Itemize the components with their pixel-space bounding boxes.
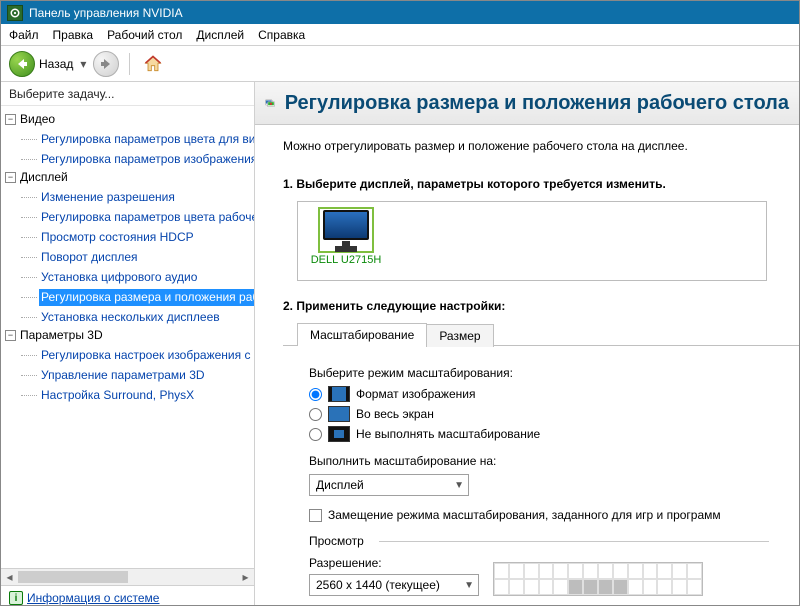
toolbar-separator bbox=[129, 53, 130, 75]
toolbar: Назад ▾ bbox=[1, 46, 799, 82]
task-tree[interactable]: −Видео Регулировка параметров цвета для … bbox=[1, 106, 254, 568]
page-header: Регулировка размера и положения рабочего… bbox=[255, 82, 799, 125]
scroll-right-icon[interactable]: ▸ bbox=[237, 569, 254, 585]
tree-item-adjust-size-position[interactable]: Регулировка размера и положения рабоч bbox=[39, 289, 254, 306]
fullscreen-icon bbox=[328, 406, 350, 422]
radio-fullscreen[interactable] bbox=[309, 408, 322, 421]
tree-item-video-color[interactable]: Регулировка параметров цвета для вид bbox=[39, 131, 254, 148]
preview-pattern bbox=[493, 562, 703, 596]
chevron-down-icon: ▼ bbox=[464, 580, 474, 591]
monitor-icon bbox=[319, 208, 373, 252]
forward-button[interactable] bbox=[93, 51, 119, 77]
resolution-value: 2560 x 1440 (текущее) bbox=[316, 578, 440, 592]
menu-file[interactable]: Файл bbox=[9, 28, 39, 42]
menubar: Файл Правка Рабочий стол Дисплей Справка bbox=[1, 24, 799, 46]
resolution-select[interactable]: 2560 x 1440 (текущее) ▼ bbox=[309, 574, 479, 596]
nvidia-app-icon bbox=[7, 5, 23, 21]
resolution-label: Разрешение: bbox=[309, 556, 479, 570]
tree-item-manage-3d[interactable]: Управление параметрами 3D bbox=[39, 367, 207, 384]
sidebar: Выберите задачу... −Видео Регулировка па… bbox=[1, 82, 255, 605]
radio-no-scaling[interactable] bbox=[309, 428, 322, 441]
menu-display[interactable]: Дисплей bbox=[196, 28, 244, 42]
system-info-link[interactable]: Информация о системе bbox=[27, 591, 159, 605]
tree-item-multi-display[interactable]: Установка нескольких дисплеев bbox=[39, 309, 222, 326]
info-icon: i bbox=[9, 591, 23, 605]
menu-help[interactable]: Справка bbox=[258, 28, 305, 42]
scaling-mode-label: Выберите режим масштабирования: bbox=[309, 366, 799, 380]
tree-item-rotate[interactable]: Поворот дисплея bbox=[39, 249, 140, 266]
tree-toggle-display[interactable]: − bbox=[5, 172, 16, 183]
tree-toggle-3d[interactable]: − bbox=[5, 330, 16, 341]
menu-desktop[interactable]: Рабочий стол bbox=[107, 28, 182, 42]
back-label: Назад bbox=[39, 57, 73, 71]
tree-group-display[interactable]: Дисплей bbox=[20, 169, 68, 186]
scaling-panel: Выберите режим масштабирования: Формат и… bbox=[283, 345, 799, 596]
override-label: Замещение режима масштабирования, заданн… bbox=[328, 508, 721, 522]
display-selector: DELL U2715H bbox=[297, 201, 767, 281]
tree-item-digital-audio[interactable]: Установка цифрового аудио bbox=[39, 269, 199, 286]
intro-text: Можно отрегулировать размер и положение … bbox=[283, 139, 799, 153]
radio-fullscreen-label: Во весь экран bbox=[356, 407, 434, 421]
back-arrow-icon bbox=[9, 51, 35, 77]
page-header-icon bbox=[265, 88, 275, 118]
tree-item-change-res[interactable]: Изменение разрешения bbox=[39, 189, 177, 206]
menu-edit[interactable]: Правка bbox=[53, 28, 94, 42]
tab-scaling[interactable]: Масштабирование bbox=[297, 323, 427, 346]
titlebar: Панель управления NVIDIA bbox=[1, 1, 799, 24]
preview-label: Просмотр bbox=[309, 534, 769, 548]
back-button[interactable]: Назад ▾ bbox=[9, 51, 89, 77]
aspect-ratio-icon bbox=[328, 386, 350, 402]
radio-aspect-label: Формат изображения bbox=[356, 387, 475, 401]
radio-no-scaling-label: Не выполнять масштабирование bbox=[356, 427, 540, 441]
radio-aspect[interactable] bbox=[309, 388, 322, 401]
tree-item-surround-physx[interactable]: Настройка Surround, PhysX bbox=[39, 387, 196, 404]
scroll-thumb[interactable] bbox=[18, 571, 128, 583]
step2-title: 2. Применить следующие настройки: bbox=[283, 299, 799, 313]
no-scaling-icon bbox=[328, 426, 350, 442]
page-title: Регулировка размера и положения рабочего… bbox=[285, 92, 789, 115]
content-area: Регулировка размера и положения рабочего… bbox=[255, 82, 799, 605]
step1-title: 1. Выберите дисплей, параметры которого … bbox=[283, 177, 799, 191]
perform-on-value: Дисплей bbox=[316, 478, 364, 492]
tree-group-3d[interactable]: Параметры 3D bbox=[20, 327, 103, 344]
tree-item-hdcp[interactable]: Просмотр состояния HDCP bbox=[39, 229, 196, 246]
settings-tabs: Масштабирование Размер bbox=[297, 323, 799, 346]
back-dropdown-icon[interactable]: ▾ bbox=[77, 57, 89, 71]
perform-on-label: Выполнить масштабирование на: bbox=[309, 454, 799, 468]
tree-toggle-video[interactable]: − bbox=[5, 114, 16, 125]
tree-group-video[interactable]: Видео bbox=[20, 111, 55, 128]
display-label: DELL U2715H bbox=[311, 254, 382, 266]
perform-on-select[interactable]: Дисплей ▼ bbox=[309, 474, 469, 496]
tree-item-3d-image[interactable]: Регулировка настроек изображения с пр bbox=[39, 347, 254, 364]
tree-item-desktop-color[interactable]: Регулировка параметров цвета рабочег bbox=[39, 209, 254, 226]
window-title: Панель управления NVIDIA bbox=[29, 6, 183, 20]
sidebar-horizontal-scrollbar[interactable]: ◂ ▸ bbox=[1, 568, 254, 585]
display-item-dell[interactable]: DELL U2715H bbox=[306, 208, 386, 266]
tree-item-video-image[interactable]: Регулировка параметров изображения д bbox=[39, 151, 254, 168]
task-header: Выберите задачу... bbox=[1, 82, 254, 106]
tab-size[interactable]: Размер bbox=[426, 324, 493, 347]
scroll-left-icon[interactable]: ◂ bbox=[1, 569, 18, 585]
home-button[interactable] bbox=[140, 51, 166, 77]
preview-label-text: Просмотр bbox=[309, 534, 364, 548]
override-checkbox[interactable] bbox=[309, 509, 322, 522]
chevron-down-icon: ▼ bbox=[454, 480, 464, 491]
